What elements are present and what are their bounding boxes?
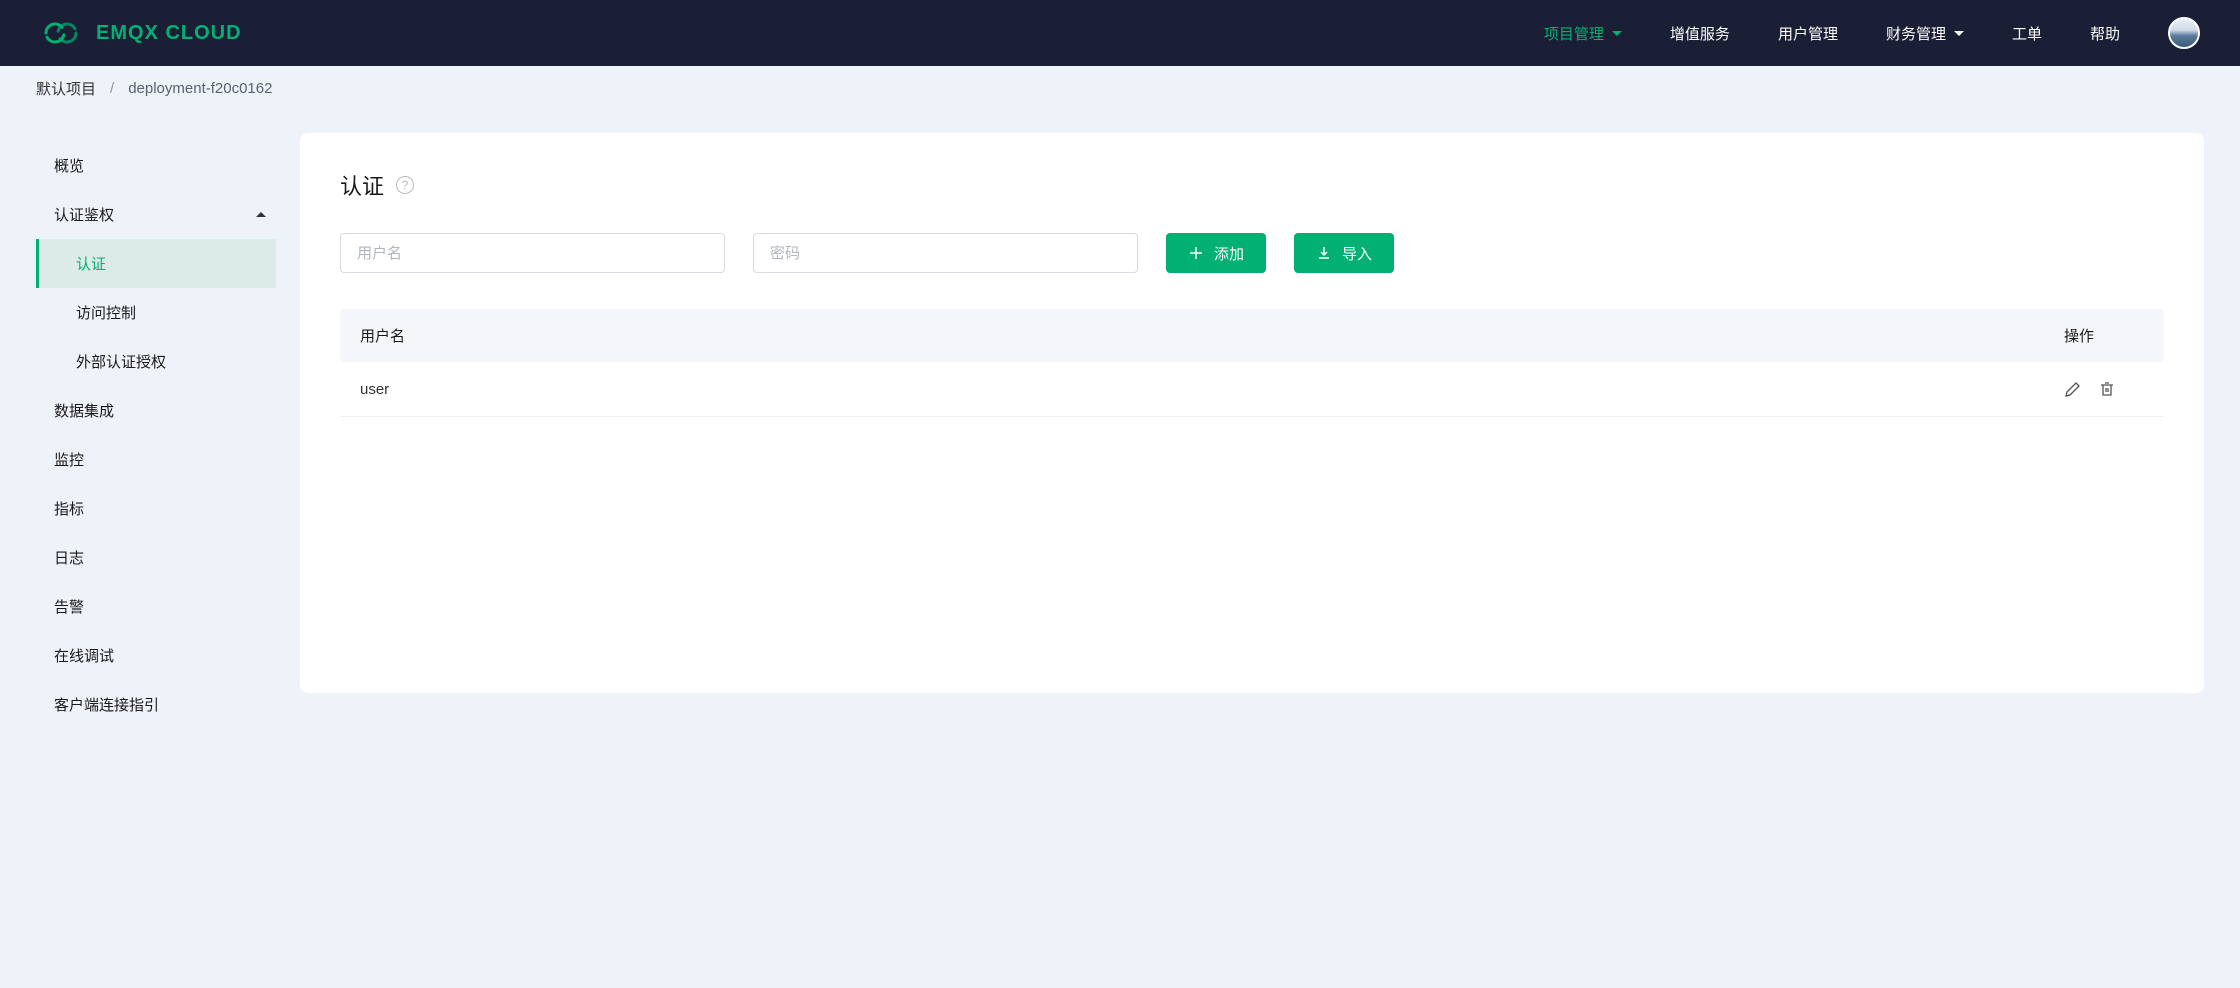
breadcrumb-root[interactable]: 默认项目: [36, 78, 96, 99]
column-header-username: 用户名: [360, 325, 2064, 346]
chevron-down-icon: [1612, 31, 1622, 36]
sidebar-subitem-authentication[interactable]: 认证: [36, 239, 276, 288]
username-input[interactable]: [340, 233, 725, 273]
nav-label: 财务管理: [1886, 23, 1946, 44]
nav-label: 项目管理: [1544, 23, 1604, 44]
sidebar-sublabel: 访问控制: [76, 305, 136, 322]
nav-label: 增值服务: [1670, 23, 1730, 44]
sidebar-item-online-debug[interactable]: 在线调试: [36, 631, 276, 680]
sidebar-label: 客户端连接指引: [54, 694, 159, 715]
sidebar-label: 日志: [54, 547, 84, 568]
main-layout: 概览 认证鉴权 认证 访问控制 外部认证授权 数据集成 监控 指标 日志 告警: [0, 111, 2240, 729]
content-panel: 认证 ? 添加 导入 用户名 操作: [300, 133, 2204, 693]
nav-user-management[interactable]: 用户管理: [1778, 23, 1838, 44]
sidebar-label: 概览: [54, 155, 84, 176]
sidebar-item-auth[interactable]: 认证鉴权: [36, 190, 276, 239]
sidebar-label: 监控: [54, 449, 84, 470]
content-header: 认证 ?: [340, 169, 2164, 201]
users-table: 用户名 操作 user: [340, 309, 2164, 417]
top-navigation: EMQX CLOUD 项目管理 增值服务 用户管理 财务管理 工单 帮助: [0, 0, 2240, 66]
column-header-actions: 操作: [2064, 325, 2144, 346]
table-row: user: [340, 362, 2164, 417]
help-icon[interactable]: ?: [396, 176, 414, 194]
button-label: 导入: [1342, 243, 1372, 264]
sidebar-item-metrics[interactable]: 指标: [36, 484, 276, 533]
logo-section[interactable]: EMQX CLOUD: [40, 18, 242, 48]
sidebar: 概览 认证鉴权 认证 访问控制 外部认证授权 数据集成 监控 指标 日志 告警: [0, 111, 290, 729]
nav-project-management[interactable]: 项目管理: [1544, 23, 1622, 44]
breadcrumb-current: deployment-f20c0162: [128, 80, 272, 97]
sidebar-label: 告警: [54, 596, 84, 617]
add-button[interactable]: 添加: [1166, 233, 1266, 273]
download-icon: [1316, 245, 1332, 261]
nav-label: 用户管理: [1778, 23, 1838, 44]
sidebar-label: 指标: [54, 498, 84, 519]
sidebar-sublabel: 外部认证授权: [76, 354, 166, 371]
sidebar-item-alerts[interactable]: 告警: [36, 582, 276, 631]
sidebar-subitem-external-auth[interactable]: 外部认证授权: [36, 337, 276, 386]
sidebar-label: 数据集成: [54, 400, 114, 421]
nav-label: 工单: [2012, 23, 2042, 44]
nav-label: 帮助: [2090, 23, 2120, 44]
nav-value-added-services[interactable]: 增值服务: [1670, 23, 1730, 44]
nav-tickets[interactable]: 工单: [2012, 23, 2042, 44]
sidebar-sublabel: 认证: [76, 256, 106, 273]
delete-icon[interactable]: [2098, 380, 2116, 398]
cell-username: user: [360, 381, 2064, 398]
nav-items: 项目管理 增值服务 用户管理 财务管理 工单 帮助: [1544, 17, 2200, 49]
chevron-up-icon: [256, 212, 266, 217]
logo-text: EMQX CLOUD: [96, 22, 242, 45]
sidebar-label: 在线调试: [54, 645, 114, 666]
breadcrumb-separator: /: [110, 80, 114, 97]
cell-actions: [2064, 380, 2144, 398]
nav-financial-management[interactable]: 财务管理: [1886, 23, 1964, 44]
sidebar-item-overview[interactable]: 概览: [36, 141, 276, 190]
form-row: 添加 导入: [340, 233, 2164, 273]
plus-icon: [1188, 245, 1204, 261]
emqx-logo-icon: [40, 18, 84, 48]
button-label: 添加: [1214, 243, 1244, 264]
nav-help[interactable]: 帮助: [2090, 23, 2120, 44]
password-input[interactable]: [753, 233, 1138, 273]
sidebar-subitem-access-control[interactable]: 访问控制: [36, 288, 276, 337]
user-avatar[interactable]: [2168, 17, 2200, 49]
sidebar-label: 认证鉴权: [54, 204, 114, 225]
page-title: 认证: [340, 169, 384, 201]
sidebar-item-monitoring[interactable]: 监控: [36, 435, 276, 484]
table-header: 用户名 操作: [340, 309, 2164, 362]
chevron-down-icon: [1954, 31, 1964, 36]
import-button[interactable]: 导入: [1294, 233, 1394, 273]
sidebar-item-client-guide[interactable]: 客户端连接指引: [36, 680, 276, 729]
breadcrumb: 默认项目 / deployment-f20c0162: [0, 66, 2240, 111]
sidebar-item-data-integration[interactable]: 数据集成: [36, 386, 276, 435]
sidebar-item-logs[interactable]: 日志: [36, 533, 276, 582]
edit-icon[interactable]: [2064, 380, 2082, 398]
